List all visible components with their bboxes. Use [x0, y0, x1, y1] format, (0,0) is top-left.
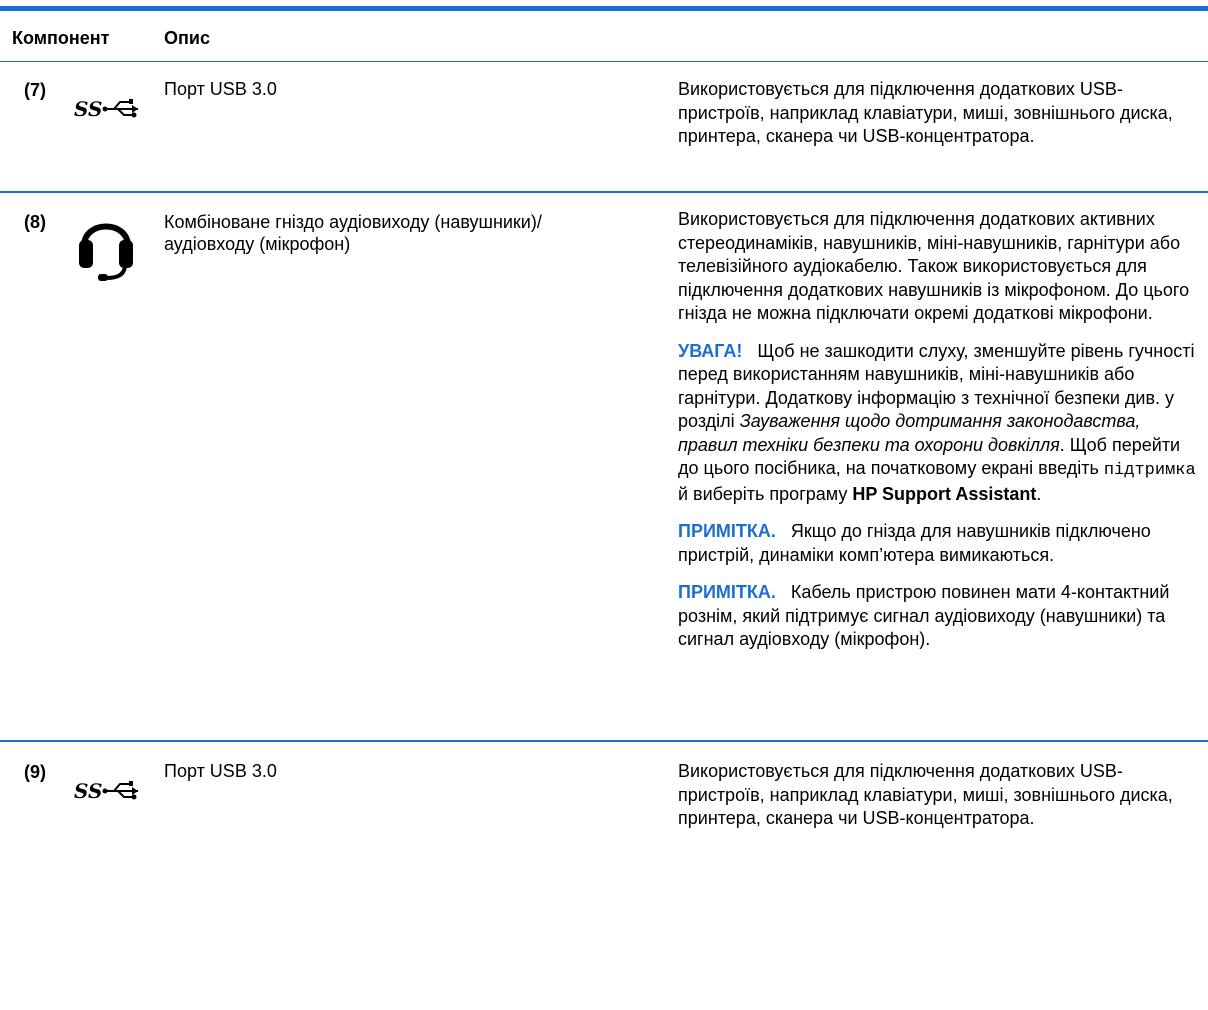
usb-superspeed-icon: SS	[74, 96, 146, 127]
component-name: Комбіноване гніздо аудіовиходу (навушник…	[164, 212, 542, 254]
svg-text:SS: SS	[74, 97, 102, 121]
description-text: Використовується для підключення додатко…	[678, 209, 1190, 323]
note-block: ПРИМІТКА. Якщо до гнізда для навушників …	[678, 520, 1198, 567]
component-name: Порт USB 3.0	[164, 79, 277, 99]
component-description: Використовується для підключення додатко…	[678, 760, 1198, 845]
usb-superspeed-icon: SS	[74, 778, 146, 809]
svg-text:SS: SS	[74, 779, 102, 803]
component-description: Використовується для підключення додатко…	[678, 208, 1198, 666]
note-label: ПРИМІТКА.	[678, 521, 776, 541]
component-description: Використовується для підключення додатко…	[678, 78, 1198, 163]
row-divider	[0, 740, 1208, 742]
column-header-component: Компонент	[12, 28, 110, 48]
row-divider	[0, 191, 1208, 193]
table-top-rule	[0, 6, 1208, 11]
row-number: (7)	[24, 80, 46, 100]
app-name: HP Support Assistant	[852, 483, 1037, 504]
description-text: Використовується для підключення додатко…	[678, 761, 1173, 828]
header-divider	[0, 61, 1208, 62]
note-label: ПРИМІТКА.	[678, 582, 776, 602]
search-term: підтримка	[1103, 461, 1196, 480]
note-block: ПРИМІТКА. Кабель пристрою повинен мати 4…	[678, 581, 1198, 652]
description-text: Використовується для підключення додатко…	[678, 79, 1173, 146]
warning-label: УВАГА!	[678, 340, 743, 361]
warning-block: УВАГА! Щоб не зашкодити слуху, зменшуйте…	[678, 340, 1198, 507]
column-header-description: Опис	[164, 28, 210, 48]
headset-icon	[78, 206, 134, 287]
warning-text-4: .	[1036, 483, 1042, 504]
component-name: Порт USB 3.0	[164, 761, 277, 781]
row-number: (8)	[24, 212, 46, 232]
warning-text-3: й виберіть програму	[678, 483, 848, 504]
row-number: (9)	[24, 762, 46, 782]
